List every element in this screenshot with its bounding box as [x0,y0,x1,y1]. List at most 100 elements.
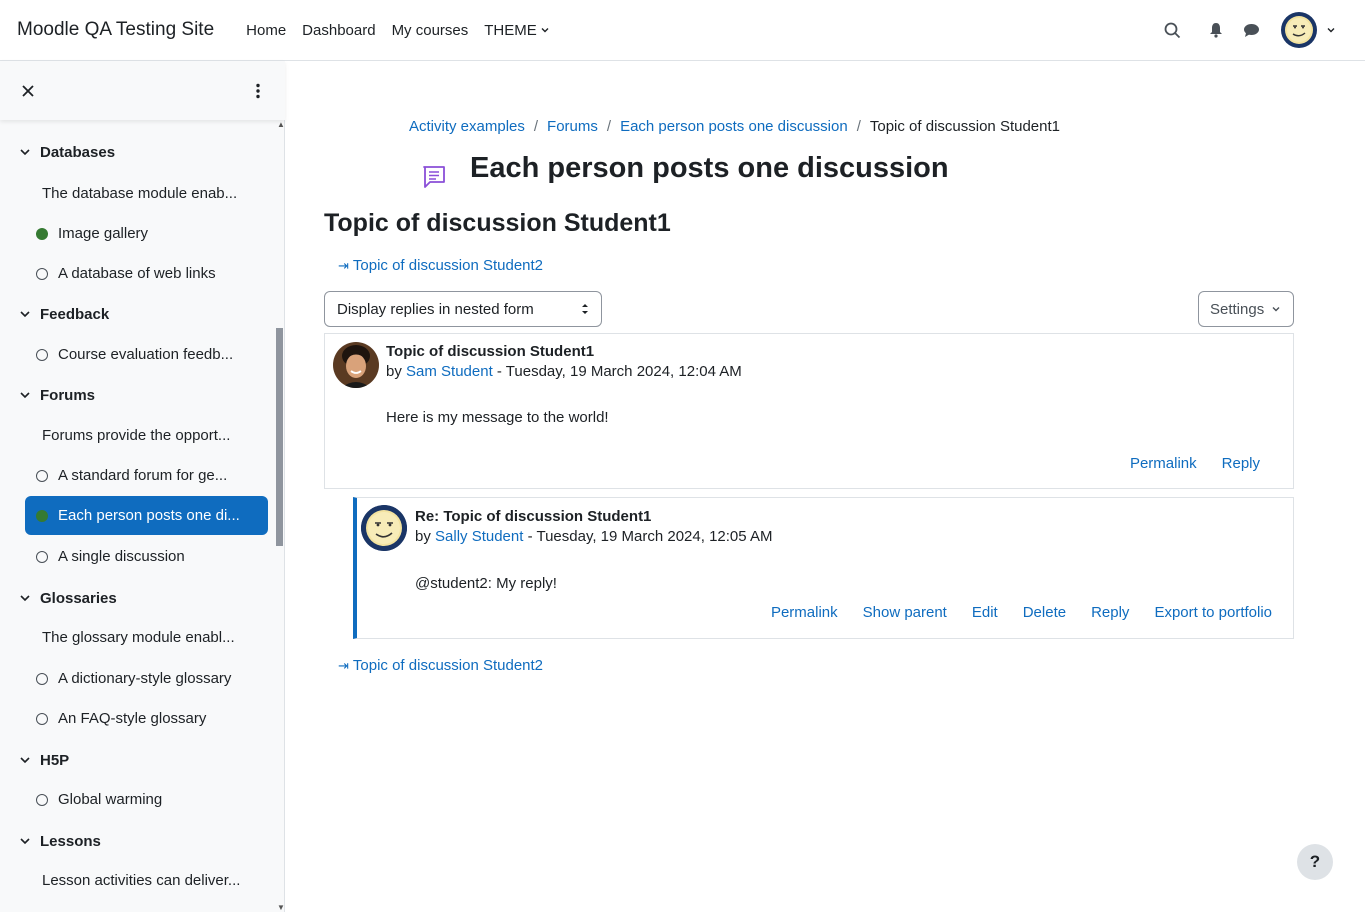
course-index-item-active[interactable]: Each person posts one di... [25,496,268,535]
breadcrumb: Activity examples / Forums / Each person… [409,118,1060,135]
course-index-item[interactable]: A database of web links [25,254,268,293]
settings-label: Settings [1210,300,1265,318]
close-icon [22,85,34,97]
post-actions: Permalink Show parent Edit Delete Reply … [746,604,1272,621]
incomplete-circle-icon [36,672,48,685]
delete-link[interactable]: Delete [1023,604,1066,621]
nav-dashboard[interactable]: Dashboard [302,22,375,39]
settings-button[interactable]: Settings [1198,291,1294,327]
discussion-title: Topic of discussion Student1 [324,209,671,237]
user-avatar[interactable] [1281,12,1317,48]
course-index-item[interactable]: Image gallery [25,214,268,253]
navbar-right [1162,0,1365,60]
drawer-scrollbar[interactable]: ▲ ▼ [276,120,285,912]
help-button[interactable]: ? [1297,844,1333,880]
drawer-options-button[interactable] [250,81,266,101]
export-to-portfolio-link[interactable]: Export to portfolio [1154,604,1272,621]
item-label: A database of web links [58,265,216,282]
post-actions: Permalink Reply [1105,455,1260,472]
course-index-item[interactable]: Global warming [25,780,268,819]
section-glossaries[interactable]: Glossaries [19,586,117,610]
section-label: Lessons [40,832,101,850]
incomplete-circle-icon [36,267,48,280]
nav-theme-menu[interactable]: THEME [484,22,550,39]
display-mode-select[interactable]: Display replies in nested form [324,291,602,327]
author-avatar[interactable] [333,342,379,388]
item-label: An FAQ-style glossary [58,710,207,727]
item-label: Image gallery [58,225,149,242]
course-index-drawer: Databases The database module enab... Im… [0,61,285,912]
course-index-item[interactable]: The database module enab... [25,174,268,213]
chevron-down-icon [20,149,30,156]
arrow-right-icon: ⇥ [338,257,349,273]
breadcrumb-separator: / [856,118,861,135]
course-index-item[interactable]: Lesson activities can deliver... [25,861,268,900]
incomplete-circle-icon [36,348,48,361]
item-label: The database module enab... [42,185,238,202]
next-discussion-label: Topic of discussion Student2 [352,257,544,274]
item-label: A single discussion [58,548,185,565]
section-label: H5P [40,751,70,769]
scroll-up-arrow-icon[interactable]: ▲ [277,120,285,129]
show-parent-link[interactable]: Show parent [863,604,947,621]
permalink-link[interactable]: Permalink [771,604,838,621]
permalink-link[interactable]: Permalink [1130,455,1197,472]
breadcrumb-activity-examples[interactable]: Activity examples [409,118,525,135]
chat-icon[interactable] [1241,20,1261,40]
item-label: Global warming [58,791,163,808]
chevron-down-icon [20,757,30,764]
chevron-down-icon [20,311,30,318]
reply-link[interactable]: Reply [1222,455,1260,472]
chevron-down-icon [20,838,30,845]
author-avatar[interactable] [361,505,407,551]
forum-post: Topic of discussion Student1 by Sam Stud… [324,333,1294,489]
reply-link[interactable]: Reply [1091,604,1129,621]
forum-icon [423,166,445,188]
breadcrumb-forum[interactable]: Each person posts one discussion [620,118,848,135]
section-forums[interactable]: Forums [19,383,95,407]
chevron-down-icon [541,28,549,33]
course-index-item[interactable]: A standard forum for ge... [25,456,268,495]
section-feedback[interactable]: Feedback [19,302,109,326]
next-discussion-link-bottom[interactable]: ⇥ Topic of discussion Student2 [338,657,543,674]
breadcrumb-current: Topic of discussion Student1 [869,118,1060,135]
nav-my-courses[interactable]: My courses [392,22,469,39]
scroll-down-arrow-icon[interactable]: ▼ [277,903,285,912]
post-date: - Tuesday, 19 March 2024, 12:04 AM [496,363,742,380]
post-byline: by Sam Student - Tuesday, 19 March 2024,… [386,363,742,380]
post-title: Topic of discussion Student1 [386,343,595,360]
item-label: A dictionary-style glossary [58,670,232,687]
site-brand[interactable]: Moodle QA Testing Site [17,19,214,41]
nav-home[interactable]: Home [246,22,286,39]
primary-navigation: Home Dashboard My courses THEME [246,22,566,39]
user-menu-chevron-icon[interactable] [1326,25,1336,35]
chevron-down-icon [20,595,30,602]
breadcrumb-separator: / [606,118,612,135]
course-index-item[interactable]: An FAQ-style glossary [25,699,268,738]
chevron-down-icon [20,392,30,399]
course-index-item[interactable]: Forums provide the opport... [25,416,268,455]
author-link[interactable]: Sam Student [406,363,493,380]
section-label: Feedback [40,305,110,323]
section-databases[interactable]: Databases [19,140,115,164]
author-link[interactable]: Sally Student [435,528,523,545]
edit-link[interactable]: Edit [972,604,998,621]
completed-dot-icon [36,227,48,240]
course-index-item[interactable]: Course evaluation feedb... [25,335,268,374]
display-mode-value: Display replies in nested form [337,300,534,318]
section-lessons[interactable]: Lessons [19,829,101,853]
bell-icon[interactable] [1206,20,1226,40]
next-discussion-link[interactable]: ⇥ Topic of discussion Student2 [338,257,543,274]
close-drawer-button[interactable] [18,81,38,101]
scrollbar-thumb[interactable] [276,328,283,546]
search-icon[interactable] [1162,20,1182,40]
top-navbar: Moodle QA Testing Site Home Dashboard My… [0,0,1365,61]
course-index-item[interactable]: The glossary module enabl... [25,618,268,657]
course-index-item[interactable]: A single discussion [25,537,268,576]
breadcrumb-forums[interactable]: Forums [547,118,598,135]
kebab-menu-icon [256,83,260,99]
page-title: Each person posts one discussion [470,152,949,184]
arrow-right-icon: ⇥ [338,657,349,673]
course-index-item[interactable]: A dictionary-style glossary [25,659,268,698]
section-h5p[interactable]: H5P [19,748,69,772]
